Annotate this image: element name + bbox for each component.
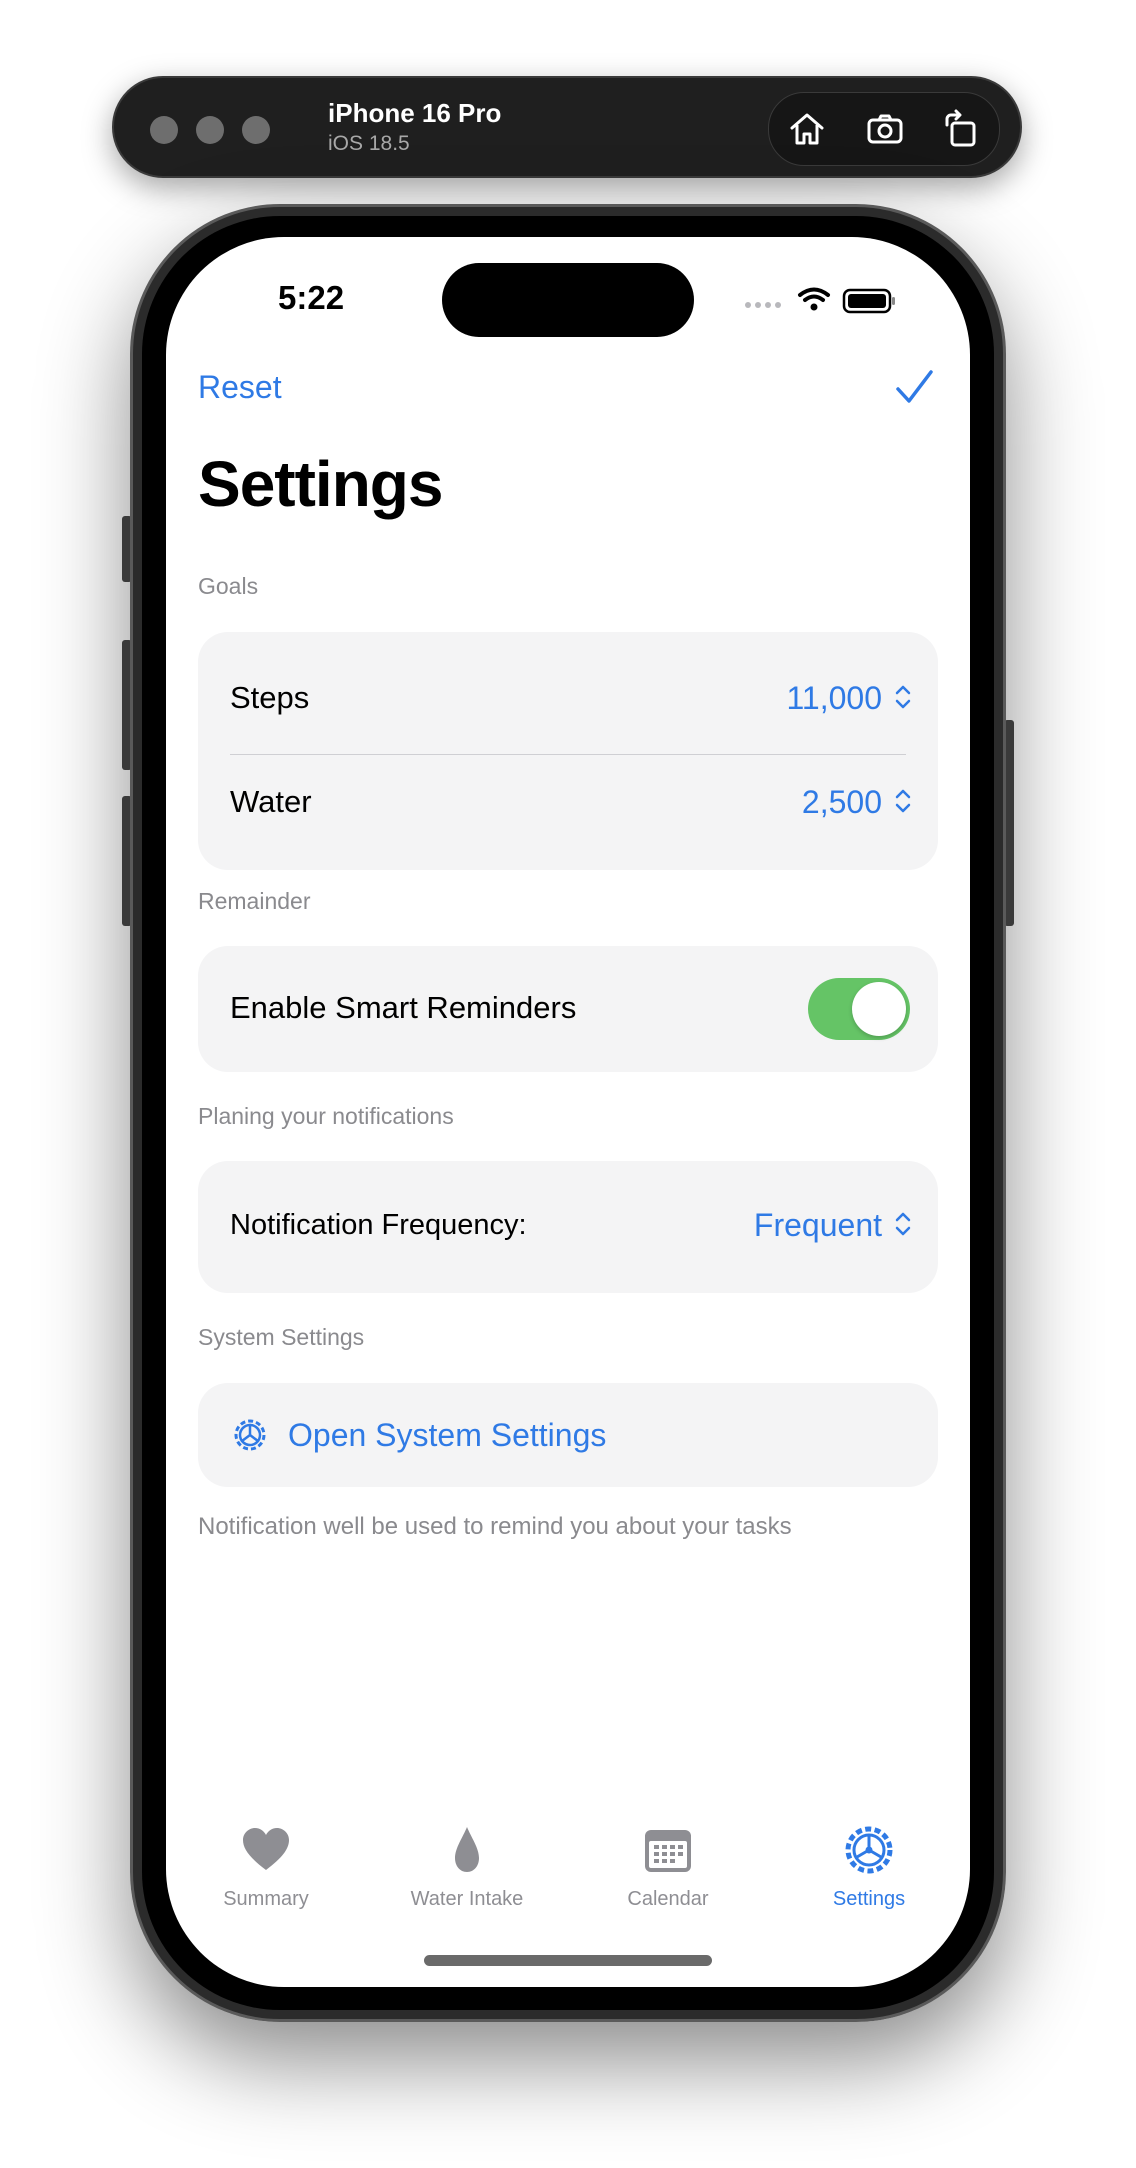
status-icons [745, 287, 895, 314]
reminder-section-header: Remainder [198, 888, 311, 914]
tab-label: Settings [832, 1888, 906, 1910]
system-section-header: System Settings [198, 1324, 365, 1350]
simulator-toolbar: iPhone 16 Pro iOS 18.5 [112, 76, 1022, 178]
smart-reminders-toggle[interactable] [808, 978, 910, 1040]
open-system-settings-button[interactable]: Open System Settings [198, 1383, 938, 1487]
tab-bar: Summary Water Intake Calendar Settings [166, 1824, 970, 1944]
window-minimize-button[interactable] [196, 116, 224, 144]
wifi-icon [798, 287, 830, 311]
up-down-chevron-icon[interactable] [894, 1210, 912, 1238]
water-label: Water [230, 784, 312, 819]
steps-value[interactable]: 11,000 [787, 680, 883, 717]
notifications-card: Notification Frequency: Frequent [198, 1161, 938, 1293]
notifications-section-header: Planing your notifications [198, 1103, 454, 1129]
heart-icon [243, 1828, 289, 1870]
goals-section-header: Goals [198, 573, 259, 599]
window-close-button[interactable] [150, 116, 178, 144]
home-indicator [424, 1955, 712, 1966]
tab-label: Calendar [627, 1888, 709, 1910]
page-title: Settings [198, 448, 443, 520]
tab-settings[interactable]: Settings [769, 1824, 969, 1934]
toggle-knob [852, 982, 906, 1036]
row-divider [230, 754, 906, 755]
notification-frequency-label: Notification Frequency: [230, 1209, 527, 1241]
dynamic-island [442, 263, 694, 337]
battery-icon [842, 288, 895, 314]
screenshot-icon[interactable] [865, 109, 905, 149]
goals-card: Steps 11,000 Water 2,500 [198, 632, 938, 870]
steps-label: Steps [230, 680, 310, 715]
rotate-icon[interactable] [941, 109, 981, 149]
tab-label: Water Intake [410, 1888, 524, 1910]
device-name: iPhone 16 Pro [328, 98, 502, 128]
status-time: 5:22 [278, 279, 345, 316]
os-version: iOS 18.5 [328, 132, 410, 155]
gear-icon [845, 1826, 893, 1874]
tab-summary[interactable]: Summary [166, 1824, 366, 1934]
cellular-signal-icon [745, 302, 781, 308]
tab-label: Summary [223, 1888, 309, 1910]
calendar-icon [645, 1830, 691, 1872]
water-value[interactable]: 2,500 [802, 784, 882, 821]
checkmark-icon[interactable] [894, 367, 934, 407]
tab-water-intake[interactable]: Water Intake [367, 1824, 567, 1934]
system-footer-note: Notification well be used to remind you … [198, 1513, 792, 1540]
window-zoom-button[interactable] [242, 116, 270, 144]
smart-reminders-label: Enable Smart Reminders [230, 990, 577, 1025]
reminder-card: Enable Smart Reminders [198, 946, 938, 1072]
notification-frequency-value[interactable]: Frequent [754, 1207, 882, 1244]
reset-button[interactable]: Reset [198, 369, 282, 406]
gear-icon [234, 1419, 266, 1451]
toolbar-button-group [768, 92, 1000, 166]
drop-icon [455, 1827, 479, 1872]
up-down-chevron-icon[interactable] [894, 787, 912, 815]
up-down-chevron-icon[interactable] [894, 683, 912, 711]
tab-calendar[interactable]: Calendar [568, 1824, 768, 1934]
open-system-settings-label: Open System Settings [288, 1417, 607, 1453]
home-icon[interactable] [787, 109, 827, 149]
phone-screen: 5:22 Reset Settings Goals Steps 11,000 W… [166, 237, 970, 1987]
